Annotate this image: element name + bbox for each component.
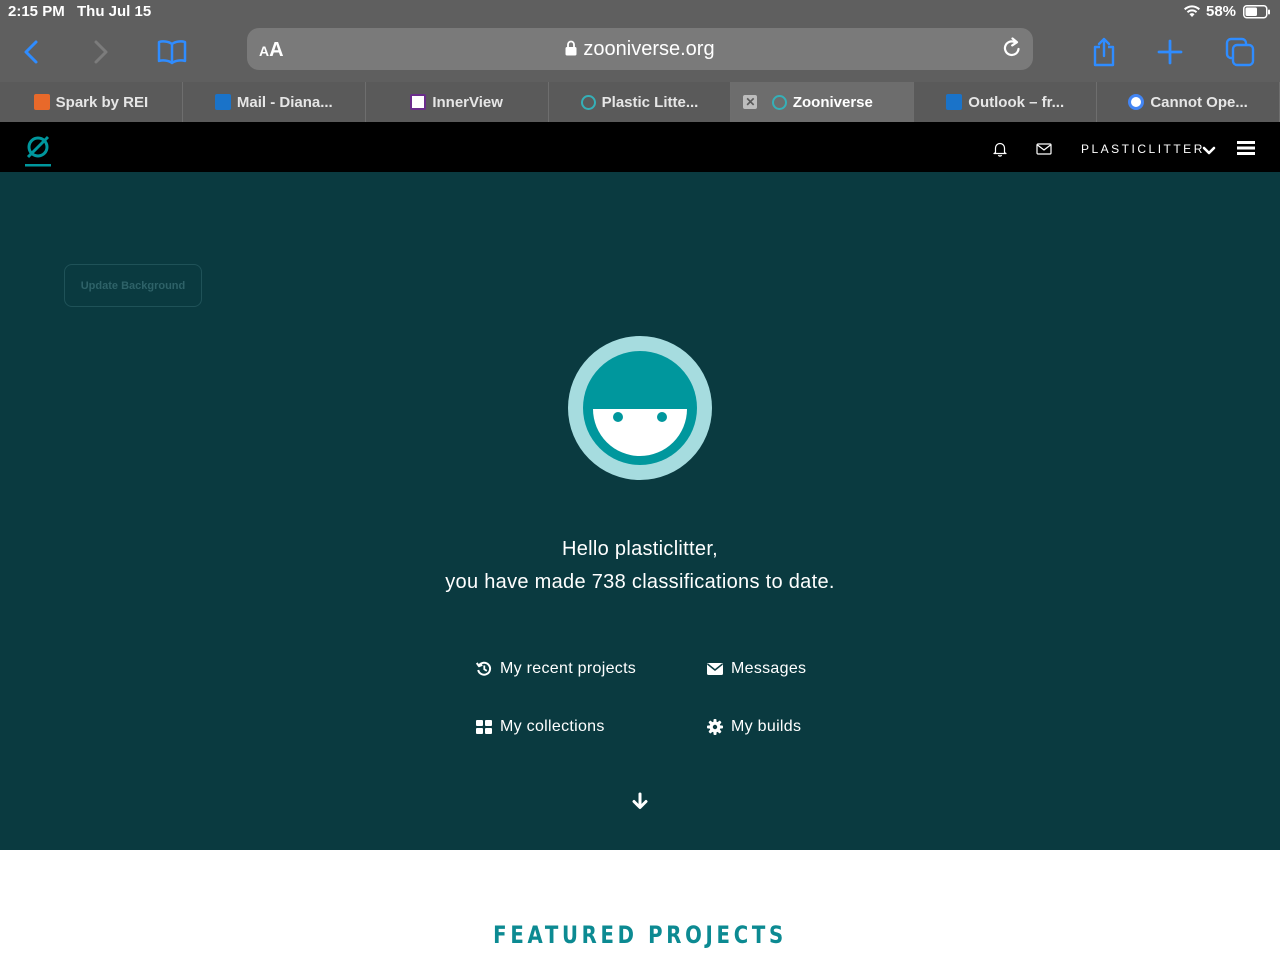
tab-bar: Spark by REI Mail - Diana... InnerView P… xyxy=(0,82,1280,122)
tab-innerview[interactable]: InnerView xyxy=(366,82,549,122)
close-tab-icon[interactable]: ✕ xyxy=(743,95,758,109)
new-tab-button[interactable] xyxy=(1152,34,1188,70)
bookmarks-button[interactable] xyxy=(154,34,190,70)
zooniverse-icon xyxy=(771,94,787,110)
tab-mail-diana[interactable]: Mail - Diana... xyxy=(183,82,366,122)
outlook-icon xyxy=(214,94,231,110)
lock-icon xyxy=(565,39,577,62)
gear-icon xyxy=(707,719,723,735)
my-recent-projects-link[interactable]: My recent projects xyxy=(476,660,636,678)
account-menu-username[interactable]: PLASTICLITTER xyxy=(1081,142,1205,156)
status-time: 2:15 PM xyxy=(8,3,65,20)
site-nav: PLASTICLITTER xyxy=(0,122,1280,172)
tab-title: Cannot Ope... xyxy=(1150,93,1248,111)
wifi-icon xyxy=(1183,4,1201,22)
tab-outlook[interactable]: Outlook – fr... xyxy=(914,82,1098,122)
grid-icon xyxy=(476,720,492,734)
zooniverse-icon xyxy=(580,94,596,110)
scroll-down-arrow-icon[interactable] xyxy=(631,792,649,815)
status-date: Thu Jul 15 xyxy=(77,3,152,20)
messages-link[interactable]: Messages xyxy=(707,660,806,678)
address-bar[interactable]: AA zooniverse.org xyxy=(247,28,1033,70)
tab-zooniverse[interactable]: ✕ Zooniverse xyxy=(731,82,915,122)
battery-icon xyxy=(1243,5,1270,19)
forward-button[interactable] xyxy=(82,34,118,70)
innerview-icon xyxy=(410,94,427,110)
tab-title: Zooniverse xyxy=(792,93,873,111)
outlook-icon xyxy=(946,94,963,110)
featured-projects-heading: FEATURED PROJECTS xyxy=(493,921,787,949)
tab-cannot-open[interactable]: Cannot Ope... xyxy=(1097,82,1280,122)
tab-title: Mail - Diana... xyxy=(236,93,333,111)
reload-icon[interactable] xyxy=(1001,37,1023,64)
messages-envelope-icon[interactable] xyxy=(1036,142,1052,161)
my-collections-link[interactable]: My collections xyxy=(476,718,605,736)
user-avatar xyxy=(567,335,713,481)
zooniverse-logo-icon[interactable] xyxy=(24,134,52,168)
google-icon xyxy=(1128,94,1145,110)
update-background-button[interactable]: Update Background xyxy=(64,264,202,307)
share-button[interactable] xyxy=(1086,34,1122,70)
link-label: Messages xyxy=(731,660,807,677)
envelope-icon xyxy=(707,663,723,675)
history-icon xyxy=(476,661,492,676)
back-button[interactable] xyxy=(14,34,50,70)
tab-title: Outlook – fr... xyxy=(968,93,1065,111)
chevron-down-icon[interactable] xyxy=(1202,143,1216,161)
status-bar: 2:15 PM Thu Jul 15 58% xyxy=(0,0,1280,24)
url-display: zooniverse.org xyxy=(247,38,1033,62)
home-hero: Update Background Hello plasticlitter, y… xyxy=(0,172,1280,850)
battery-percent: 58% xyxy=(1206,3,1237,20)
greeting-name: Hello plasticlitter, xyxy=(561,538,719,560)
tab-title: Spark by REI xyxy=(55,93,149,111)
link-label: My recent projects xyxy=(500,660,637,677)
classification-count: you have made 738 classifications to dat… xyxy=(445,571,835,593)
tab-spark-by-rei[interactable]: Spark by REI xyxy=(0,82,183,122)
my-builds-link[interactable]: My builds xyxy=(707,718,801,736)
rei-icon xyxy=(33,94,50,110)
notifications-bell-icon[interactable] xyxy=(992,141,1008,162)
tab-plastic-litter[interactable]: Plastic Litte... xyxy=(549,82,732,122)
tab-title: InnerView xyxy=(432,93,503,111)
link-label: My collections xyxy=(500,718,605,735)
browser-toolbar: AA zooniverse.org xyxy=(0,24,1280,82)
tab-title: Plastic Litte... xyxy=(601,93,699,111)
hamburger-menu-icon[interactable] xyxy=(1237,140,1255,161)
link-label: My builds xyxy=(731,718,802,735)
url-text: zooniverse.org xyxy=(583,38,715,60)
tabs-overview-button[interactable] xyxy=(1222,34,1258,70)
